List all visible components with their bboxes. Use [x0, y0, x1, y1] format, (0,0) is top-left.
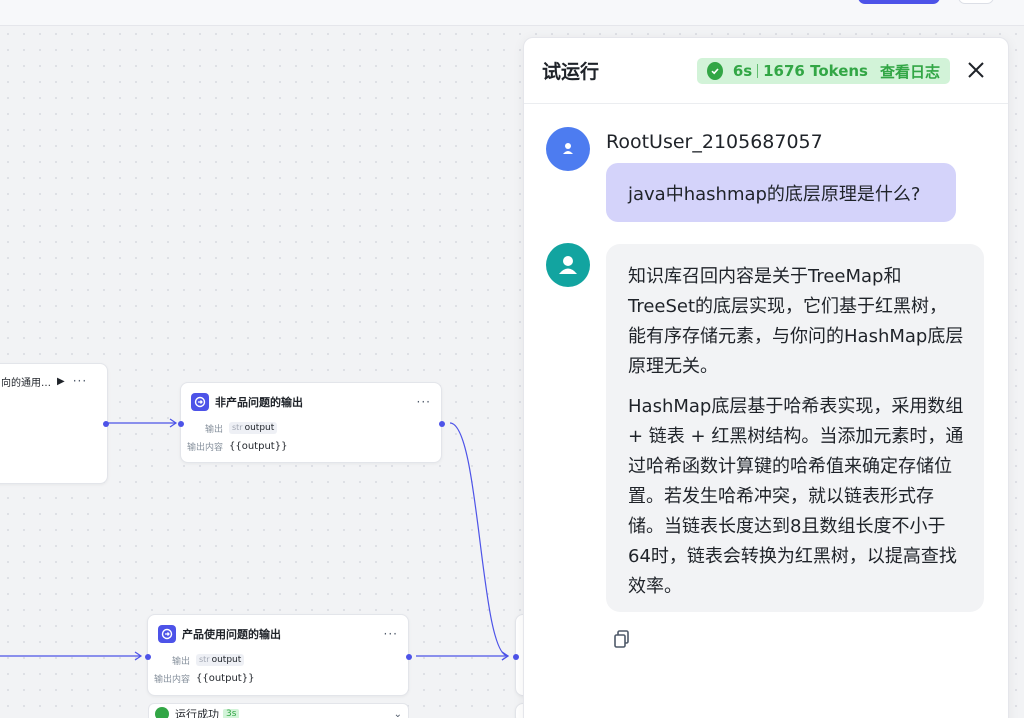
- node-product-usage-output[interactable]: 产品使用问题的输出 ··· 输出 str output 输出内容 {{output…: [145, 614, 412, 696]
- input-port[interactable]: [145, 654, 151, 660]
- run-status-time: 3s: [223, 709, 240, 718]
- close-icon[interactable]: [966, 60, 986, 80]
- test-run-panel: 试运行 6s 1676 Tokens 查看日志 RootUser_2105687…: [523, 37, 1009, 718]
- output-node-icon: [191, 393, 209, 411]
- assistant-paragraph: HashMap底层基于哈希表实现，采用数组 + 链表 + 红黑树结构。当添加元素…: [628, 396, 964, 597]
- user-avatar-icon: [546, 127, 590, 171]
- more-icon[interactable]: ···: [384, 627, 398, 641]
- output-label: 输出: [204, 424, 223, 435]
- run-result-badge: 6s 1676 Tokens 查看日志: [697, 58, 950, 84]
- node-title: 产品使用问题的输出: [182, 628, 281, 641]
- bot-avatar-icon: [546, 243, 590, 287]
- assistant-message-bubble: 知识库召回内容是关于TreeMap和TreeSet的底层实现，它们基于红黑树，能…: [606, 244, 984, 612]
- top-bar: [0, 0, 1024, 26]
- output-port[interactable]: [439, 421, 445, 427]
- node-left-partial[interactable]: 向的通用… ▶ ···: [0, 363, 109, 484]
- chevron-down-icon[interactable]: ⌄: [394, 709, 402, 718]
- content-value: {{output}}: [196, 672, 255, 684]
- run-status-bar[interactable]: 运行成功 3s ⌄: [148, 703, 409, 718]
- run-status-label: 运行成功: [175, 708, 219, 718]
- node-non-product-output[interactable]: 非产品问题的输出 ··· 输出 str output 输出内容 {{output}…: [178, 382, 445, 463]
- more-icon[interactable]: ···: [417, 395, 431, 409]
- user-name: RootUser_2105687057: [606, 131, 823, 153]
- output-var-tag: str output: [229, 422, 278, 434]
- output-port[interactable]: [103, 421, 109, 427]
- content-label: 输出内容: [153, 674, 190, 685]
- output-port[interactable]: [406, 654, 412, 660]
- node-left-partial-title: 向的通用…: [1, 377, 51, 389]
- badge-divider: [757, 64, 759, 78]
- panel-title: 试运行: [542, 61, 600, 83]
- more-icon[interactable]: ···: [73, 374, 87, 388]
- input-port[interactable]: [178, 421, 184, 427]
- view-logs-link[interactable]: 查看日志: [880, 61, 940, 82]
- output-name: output: [211, 655, 242, 665]
- output-label: 输出: [171, 656, 190, 667]
- output-type: str: [199, 655, 210, 664]
- run-time: 6s: [732, 62, 753, 80]
- token-count: 1676 Tokens: [763, 62, 868, 80]
- assistant-paragraph: 知识库召回内容是关于TreeMap和TreeSet的底层实现，它们基于红黑树，能…: [628, 266, 964, 377]
- output-node-icon: [158, 625, 176, 643]
- copy-icon[interactable]: [612, 629, 632, 649]
- output-type: str: [232, 423, 243, 432]
- output-var-tag: str output: [196, 654, 245, 666]
- user-message-bubble: java中hashmap的底层原理是什么?: [606, 163, 956, 222]
- content-value: {{output}}: [229, 440, 288, 452]
- content-label: 输出内容: [186, 442, 223, 453]
- input-port[interactable]: [513, 654, 519, 660]
- output-name: output: [244, 423, 275, 433]
- node-title: 非产品问题的输出: [215, 396, 303, 409]
- play-icon[interactable]: ▶: [57, 376, 65, 387]
- top-primary-button[interactable]: [858, 0, 940, 4]
- top-secondary-button[interactable]: [958, 0, 994, 4]
- check-circle-icon: [155, 707, 169, 718]
- check-circle-icon: [707, 62, 723, 80]
